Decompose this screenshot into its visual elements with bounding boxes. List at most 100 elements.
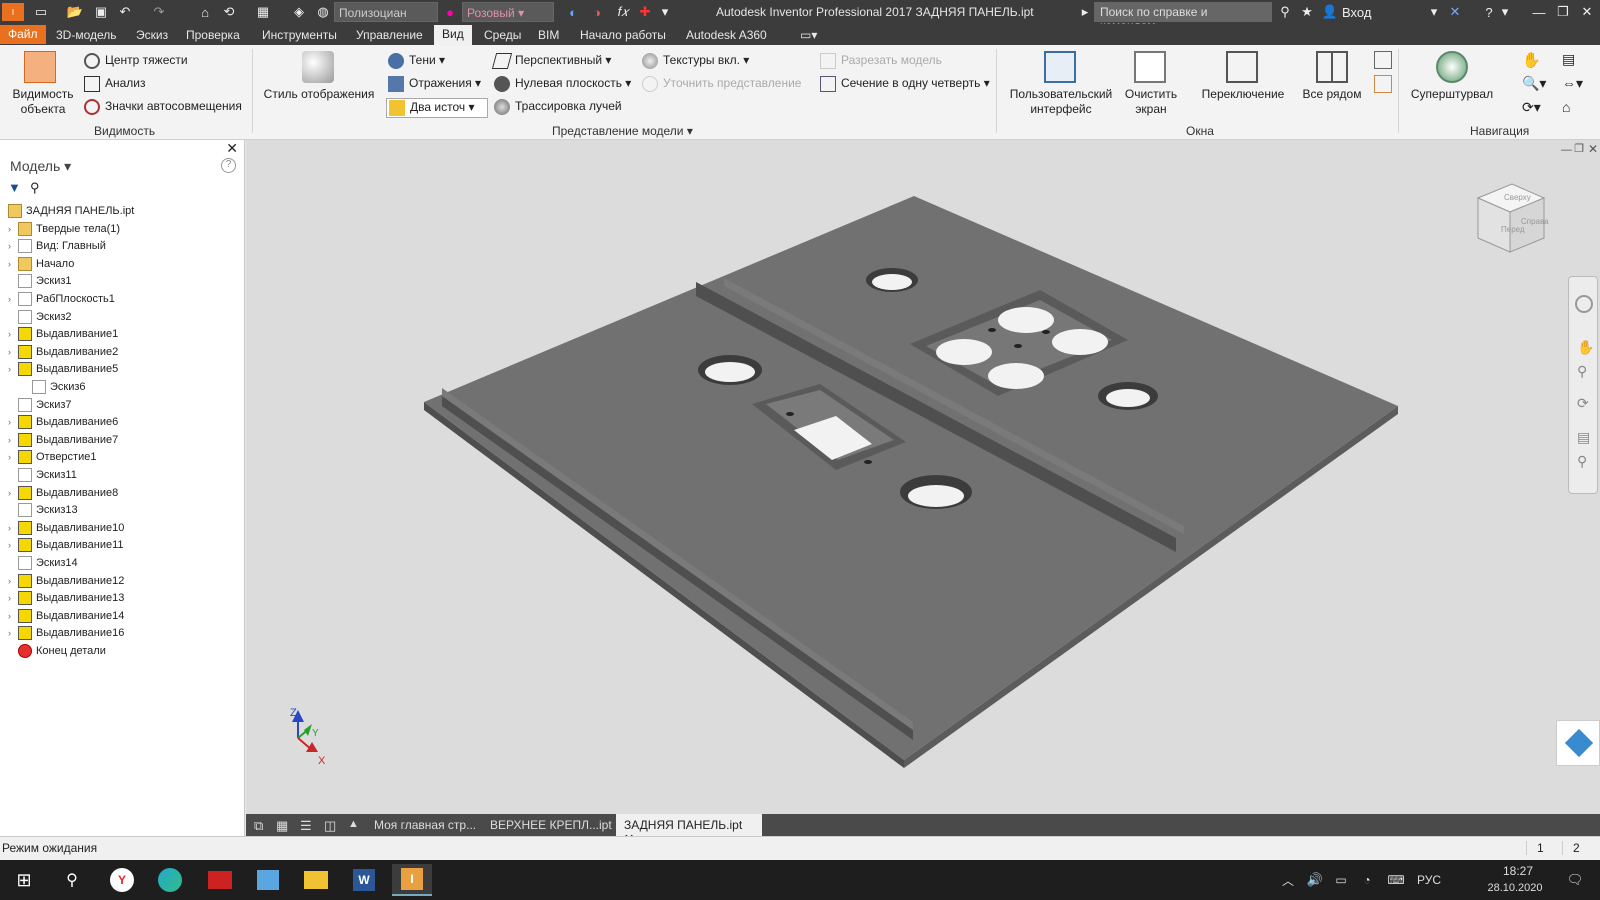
ribbon-options-icon[interactable]: ▭▾ (794, 27, 823, 45)
expand-arrow-icon[interactable]: › (8, 593, 18, 603)
tree-item[interactable]: › Начало (8, 255, 74, 273)
tab-environments[interactable]: Среды (478, 27, 527, 45)
doc-tab-home[interactable]: Моя главная стр... (366, 814, 484, 836)
help-icon[interactable]: ? (1480, 3, 1498, 21)
adjust-icon[interactable]: ◑ (588, 3, 606, 21)
tab-file[interactable]: Файл (0, 25, 46, 44)
word-icon[interactable]: W (344, 864, 384, 896)
help-dropdown-icon[interactable]: ▾ (1500, 3, 1510, 21)
center-gravity-button[interactable]: Центр тяжести (84, 53, 188, 69)
graphics-viewport[interactable]: Перед Справа Сверху Z Y X — ❐ ✕ ✋ ⚲ ⟳ ▤ … (246, 140, 1600, 814)
close-browser-icon[interactable]: ✕ (226, 140, 238, 157)
media-app-icon[interactable] (200, 864, 240, 896)
tab-3d-model[interactable]: 3D-модель (50, 27, 123, 45)
nav-orbit-icon[interactable]: ⟳ (1577, 395, 1589, 412)
textures-button[interactable]: Текстуры вкл. ▾ (642, 53, 749, 69)
expand-arrow-icon[interactable]: › (8, 364, 18, 374)
doc-tab-back-panel[interactable]: ЗАДНЯЯ ПАНЕЛЬ.ipt ✕ (616, 814, 762, 846)
browser-help-icon[interactable]: ? (221, 158, 236, 173)
appearance-select[interactable]: Розовый ▾ (462, 2, 554, 22)
tab-get-started[interactable]: Начало работы (574, 27, 672, 45)
find-binoculars-icon[interactable]: ⚲ (30, 180, 40, 196)
select-icon[interactable]: ▦ (254, 3, 272, 21)
battery-icon[interactable]: ▭ (1330, 864, 1352, 896)
object-visibility-button[interactable]: Видимость объекта (10, 87, 76, 117)
pan-hand-icon[interactable]: ✋ (1522, 51, 1541, 69)
tree-item[interactable]: Эскиз11 (8, 466, 77, 484)
expand-arrow-icon[interactable]: › (8, 523, 18, 533)
volume-icon[interactable]: 🔊 (1304, 864, 1326, 896)
tree-item[interactable]: › Выдавливание6 (8, 413, 118, 431)
user-interface-button[interactable]: Пользовательский интерфейс (1006, 87, 1116, 117)
windows-start-icon[interactable]: ⊞ (4, 864, 44, 896)
inventor-taskbar-icon[interactable]: I (392, 864, 432, 896)
tree-item[interactable]: Конец детали (8, 642, 106, 660)
zoom-icon[interactable]: 🔍▾ (1522, 75, 1546, 92)
viewport-close-icon[interactable]: ✕ (1588, 142, 1598, 156)
new-window-icon[interactable] (1374, 75, 1392, 93)
expand-arrow-icon[interactable]: › (8, 435, 18, 445)
nav-look-at-icon[interactable]: ▤ (1577, 429, 1590, 446)
tab-bim[interactable]: BIM (532, 27, 565, 45)
tab-view[interactable]: Вид (434, 25, 472, 45)
tree-item[interactable]: › Выдавливание14 (8, 607, 124, 625)
expand-arrow-icon[interactable]: › (8, 540, 18, 550)
tree-item[interactable]: Эскиз2 (8, 308, 72, 326)
minimize-icon[interactable]: — (1528, 3, 1550, 21)
home-view-icon[interactable]: ⌂ (1562, 99, 1570, 115)
open-folder-icon[interactable]: 📂 (66, 3, 84, 21)
expand-arrow-icon[interactable]: › (8, 576, 18, 586)
look-at-icon[interactable]: ▤ (1562, 51, 1575, 68)
tile-windows-button[interactable]: Все рядом (1296, 87, 1368, 101)
tab-list-arrow-icon[interactable]: ▲ (340, 814, 367, 836)
clock-time[interactable]: 18:27 (1488, 864, 1548, 878)
search-icon[interactable]: ⚲ (52, 864, 92, 896)
tab-tools[interactable]: Инструменты (256, 27, 343, 45)
browser-title-dropdown[interactable]: Модель ▾ (10, 158, 71, 175)
tree-item[interactable]: Эскиз7 (8, 396, 72, 414)
globe-icon[interactable]: ◍ (314, 3, 332, 21)
nav-pan-icon[interactable]: ✋ (1577, 339, 1594, 356)
tree-item[interactable]: › Твердые тела(1) (8, 220, 120, 238)
search-expand-icon[interactable]: ▸ (1080, 3, 1090, 21)
tab-a360[interactable]: Autodesk A360 (680, 27, 773, 45)
clock-date[interactable]: 28.10.2020 (1480, 882, 1550, 894)
material-select[interactable]: Полизоциан (334, 2, 438, 22)
keyboard-icon[interactable]: ⌨ (1384, 864, 1408, 896)
viewport-restore-icon[interactable]: ❐ (1574, 142, 1584, 155)
expand-arrow-icon[interactable]: › (8, 294, 18, 304)
analysis-button[interactable]: Анализ (84, 76, 146, 92)
yandex-browser-icon[interactable]: Y (102, 864, 142, 896)
nav-zoom-icon[interactable]: ⚲ (1577, 363, 1587, 380)
quarter-section-button[interactable]: Сечение в одну четверть ▾ (820, 76, 990, 92)
exchange-apps-icon[interactable]: ✕ (1446, 3, 1464, 21)
perspective-button[interactable]: Перспективный ▾ (491, 53, 611, 69)
reflections-button[interactable]: Отражения ▾ (388, 76, 481, 92)
ray-tracing-button[interactable]: Трассировка лучей (494, 99, 622, 115)
expand-arrow-icon[interactable]: › (8, 329, 18, 339)
app-logo-icon[interactable]: I (2, 3, 24, 21)
tree-item[interactable]: › Выдавливание2 (8, 343, 118, 361)
nav-zoom-window-icon[interactable]: ⚲ (1577, 453, 1587, 470)
cascade-icon[interactable] (1374, 51, 1392, 69)
fx-parameters-icon[interactable]: f𝑥 (614, 3, 632, 21)
expand-arrow-icon[interactable]: › (8, 611, 18, 621)
ucs-icon[interactable]: ✚ (636, 3, 654, 21)
orbit-icon[interactable]: ⟳▾ (1522, 99, 1541, 116)
clear-appearance-icon[interactable]: ◐ (564, 3, 582, 21)
tree-item[interactable]: › Выдавливание1 (8, 325, 118, 343)
notifications-icon[interactable]: 🗨 (1560, 864, 1590, 896)
clean-screen-button[interactable]: Очистить экран (1118, 87, 1184, 117)
tree-item[interactable]: Эскиз14 (8, 554, 78, 572)
save-icon[interactable]: ▣ (92, 3, 110, 21)
edge-browser-icon[interactable] (150, 864, 190, 896)
viewport-minimize-icon[interactable]: — (1561, 144, 1572, 156)
file-explorer-icon[interactable] (296, 864, 336, 896)
expand-arrow-icon[interactable]: › (8, 628, 18, 638)
home-icon[interactable]: ⌂ (196, 3, 214, 21)
tree-item[interactable]: › Выдавливание11 (8, 536, 124, 554)
color-wheel-icon[interactable]: ● (441, 3, 459, 21)
expand-arrow-icon[interactable]: › (8, 259, 18, 269)
sign-in-link[interactable]: Вход (1342, 3, 1382, 21)
update-icon[interactable]: ⟲ (220, 3, 238, 21)
